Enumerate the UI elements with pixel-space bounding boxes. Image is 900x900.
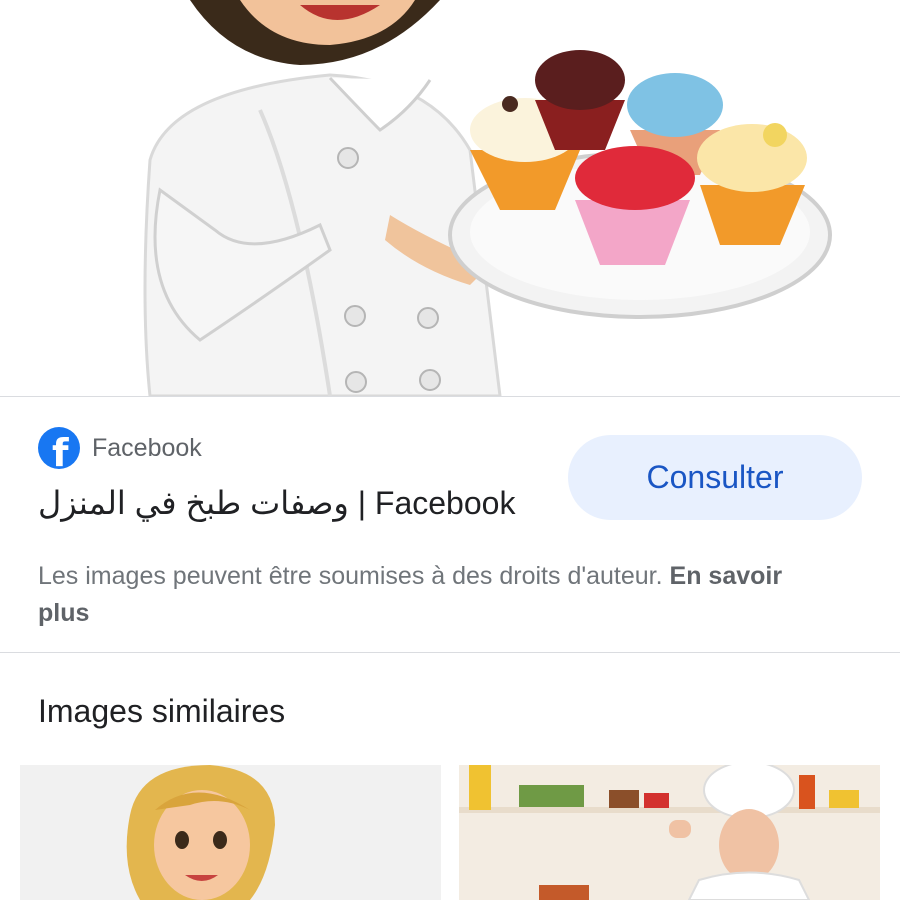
similar-image-thumbnail[interactable]	[20, 765, 441, 900]
main-image[interactable]	[0, 0, 900, 396]
source-link[interactable]: f Facebook	[38, 427, 202, 469]
facebook-icon: f	[38, 427, 80, 469]
consult-button[interactable]: Consulter	[568, 435, 862, 520]
divider-bottom	[0, 652, 900, 653]
chef-illustration	[143, 0, 832, 396]
result-title[interactable]: وصفات طبخ في المنزل | Facebook	[38, 484, 515, 522]
similar-images-title: Images similaires	[38, 693, 286, 729]
chef-woman-photo	[459, 765, 880, 900]
blonde-woman-illustration	[126, 765, 276, 900]
divider-top	[0, 396, 900, 397]
copyright-notice: Les images peuvent être soumises à des d…	[38, 558, 838, 632]
similar-image-thumbnail[interactable]	[459, 765, 880, 900]
source-name: Facebook	[92, 433, 202, 462]
copyright-text: Les images peuvent être soumises à des d…	[38, 562, 663, 590]
